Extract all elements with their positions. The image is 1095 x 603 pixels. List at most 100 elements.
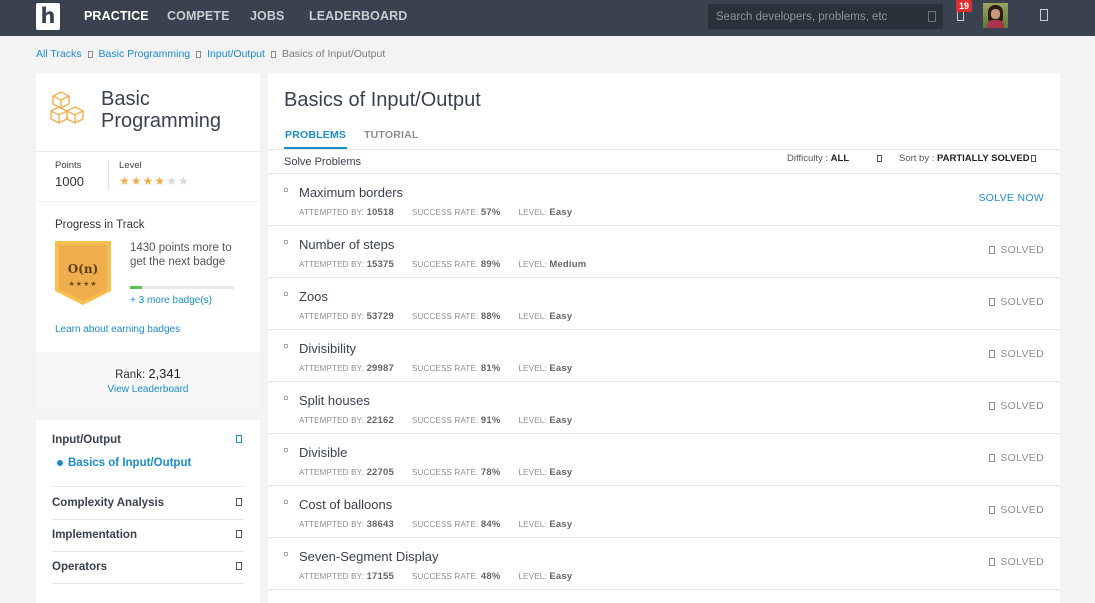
search-icon[interactable] bbox=[928, 11, 936, 22]
nav-practice[interactable]: PRACTICE bbox=[84, 0, 149, 36]
problem-name[interactable]: Zoos bbox=[299, 289, 328, 304]
star-filled-icon: ★ bbox=[154, 174, 167, 188]
difficulty-filter[interactable]: Difficulty : ALL bbox=[787, 153, 849, 164]
hackerearth-logo[interactable]: h bbox=[36, 3, 60, 30]
chevron-down-icon[interactable] bbox=[236, 498, 242, 506]
search-input[interactable] bbox=[708, 4, 908, 29]
rank-line: Rank: 2,341 bbox=[36, 366, 260, 381]
top-navbar: h PRACTICE COMPETE JOBS LEADERBOARD 19 bbox=[0, 0, 1095, 36]
chevron-up-icon[interactable] bbox=[236, 435, 242, 443]
points-value: 1000 bbox=[55, 174, 84, 189]
progress-title: Progress in Track bbox=[55, 219, 145, 231]
chevron-down-icon[interactable] bbox=[236, 562, 242, 570]
level-label: LEVEL: bbox=[518, 572, 547, 581]
tab-problems[interactable]: PROBLEMS bbox=[285, 129, 346, 141]
problem-meta: ATTEMPTED BY: 10518 SUCCESS RATE: 57% LEVE… bbox=[299, 207, 590, 218]
success-value: 91% bbox=[480, 415, 501, 426]
badge-progress-bar bbox=[130, 286, 234, 289]
nav-section-label: Operators bbox=[52, 561, 107, 573]
chevron-down-icon bbox=[1030, 154, 1036, 162]
rank-label: Rank: bbox=[115, 369, 146, 381]
level-group: LEVEL: Easy bbox=[519, 467, 573, 478]
chevron-down-icon[interactable] bbox=[236, 530, 242, 538]
attempted-label: ATTEMPTED BY: bbox=[299, 312, 365, 321]
sort-dropdown[interactable]: Sort by : PARTIALLY SOLVED bbox=[899, 153, 1036, 164]
level-value: Easy bbox=[549, 571, 573, 582]
problem-row[interactable]: Maximum borders ATTEMPTED BY: 10518 SUCCES… bbox=[268, 174, 1060, 226]
rank-box: Rank: 2,341 View Leaderboard bbox=[36, 352, 260, 408]
problem-name[interactable]: Maximum borders bbox=[299, 185, 403, 200]
breadcrumb-all-tracks[interactable]: All Tracks bbox=[36, 48, 82, 60]
chevron-down-icon[interactable] bbox=[877, 155, 882, 162]
problem-meta: ATTEMPTED BY: 53729 SUCCESS RATE: 88% LEVE… bbox=[299, 311, 590, 322]
problem-row[interactable]: Divisibility ATTEMPTED BY: 29987 SUCCESS R… bbox=[268, 330, 1060, 382]
level-value: Easy bbox=[549, 311, 573, 322]
attempted-value: 22705 bbox=[366, 467, 394, 478]
nav-section-operators[interactable]: Operators bbox=[52, 552, 244, 584]
star-empty-icon: ★ bbox=[177, 174, 190, 188]
problem-name[interactable]: Cost of balloons bbox=[299, 497, 392, 512]
problem-row[interactable]: Number of steps ATTEMPTED BY: 15375 SUCCES… bbox=[268, 226, 1060, 278]
nav-section-label: Complexity Analysis bbox=[52, 497, 165, 509]
attempted-value: 17155 bbox=[366, 571, 394, 582]
solved-label: SOLVED bbox=[1000, 348, 1044, 360]
solved-label: SOLVED bbox=[1000, 400, 1044, 412]
level-value: Easy bbox=[549, 207, 573, 218]
attempted-label: ATTEMPTED BY: bbox=[299, 260, 365, 269]
attempted-group: ATTEMPTED BY: 53729 bbox=[299, 311, 394, 322]
more-badges-link[interactable]: + 3 more badge(s) bbox=[130, 295, 212, 306]
problem-bullet-icon bbox=[284, 500, 288, 504]
solve-now-button[interactable]: SOLVE NOW bbox=[978, 192, 1044, 204]
level-label: LEVEL: bbox=[518, 260, 547, 269]
problem-name[interactable]: Divisibility bbox=[299, 341, 356, 356]
avatar-body bbox=[987, 20, 1004, 28]
solved-label: SOLVED bbox=[1000, 296, 1044, 308]
nav-section-implementation[interactable]: Implementation bbox=[52, 520, 244, 552]
badge-progress-fill bbox=[130, 286, 143, 289]
success-value: 89% bbox=[480, 259, 501, 270]
problem-bullet-icon bbox=[284, 344, 288, 348]
problem-row[interactable]: Split houses ATTEMPTED BY: 22162 SUCCESS R… bbox=[268, 382, 1060, 434]
level-label: Level bbox=[119, 160, 142, 171]
nav-section-input-output[interactable]: Input/Output Basics of Input/Output bbox=[52, 425, 244, 487]
problem-row[interactable]: Zoos ATTEMPTED BY: 53729 SUCCESS RATE: 88%… bbox=[268, 278, 1060, 330]
user-avatar[interactable] bbox=[983, 3, 1008, 28]
star-empty-icon: ★ bbox=[166, 174, 178, 188]
nav-jobs[interactable]: JOBS bbox=[250, 0, 284, 36]
success-group: SUCCESS RATE: 88% bbox=[412, 311, 501, 322]
breadcrumb-input-output[interactable]: Input/Output bbox=[207, 48, 265, 60]
nav-section-label: Implementation bbox=[52, 529, 137, 541]
problem-name[interactable]: Split houses bbox=[299, 393, 370, 408]
success-group: SUCCESS RATE: 78% bbox=[412, 467, 501, 478]
breadcrumb: All Tracks Basic Programming Input/Output B… bbox=[36, 48, 385, 62]
level-value: Medium bbox=[549, 259, 587, 270]
success-value: 57% bbox=[480, 207, 501, 218]
problem-row[interactable]: Seven-Segment Display ATTEMPTED BY: 17155… bbox=[268, 538, 1060, 590]
solved-label: SOLVED bbox=[1000, 556, 1044, 568]
menu-icon[interactable] bbox=[1040, 9, 1048, 21]
problems-panel: Basics of Input/Output PROBLEMS TUTORIAL… bbox=[268, 73, 1060, 603]
nav-section-complexity-analysis[interactable]: Complexity Analysis bbox=[52, 488, 244, 520]
nav-compete[interactable]: COMPETE bbox=[167, 0, 230, 36]
problem-row[interactable]: Cost of balloons ATTEMPTED BY: 38643 SUCCE… bbox=[268, 486, 1060, 538]
tab-tutorial[interactable]: TUTORIAL bbox=[364, 129, 419, 141]
active-dot-icon bbox=[57, 459, 63, 466]
nav-subitem-basics[interactable]: Basics of Input/Output bbox=[57, 457, 191, 469]
solved-status: SOLVED bbox=[989, 556, 1044, 568]
success-label: SUCCESS RATE: bbox=[412, 572, 479, 581]
attempted-label: ATTEMPTED BY: bbox=[299, 468, 365, 477]
attempted-label: ATTEMPTED BY: bbox=[299, 416, 365, 425]
problem-name[interactable]: Divisible bbox=[299, 445, 347, 460]
learn-badges-link[interactable]: Learn about earning badges bbox=[55, 324, 180, 335]
track-card: Basic Programming Points 1000 Level ★★★★… bbox=[36, 73, 260, 408]
nav-leaderboard[interactable]: LEADERBOARD bbox=[309, 0, 407, 36]
sort-value: PARTIALLY SOLVED bbox=[937, 153, 1030, 164]
problem-name[interactable]: Seven-Segment Display bbox=[299, 549, 438, 564]
problem-row[interactable]: Divisible ATTEMPTED BY: 22705 SUCCESS RATE… bbox=[268, 434, 1060, 486]
problem-name[interactable]: Number of steps bbox=[299, 237, 394, 252]
attempted-value: 38643 bbox=[366, 519, 394, 530]
page-title: Basics of Input/Output bbox=[284, 89, 481, 111]
breadcrumb-basic-programming[interactable]: Basic Programming bbox=[99, 48, 191, 60]
search-box bbox=[708, 4, 943, 29]
view-leaderboard-link[interactable]: View Leaderboard bbox=[36, 384, 260, 395]
